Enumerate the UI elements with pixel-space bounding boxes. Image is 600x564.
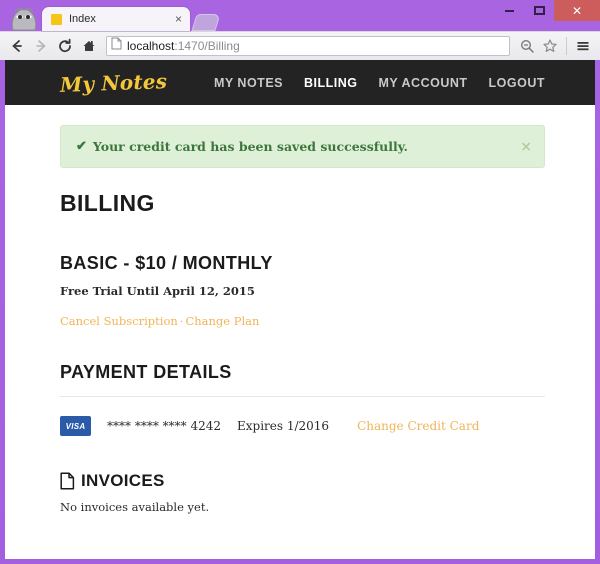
site-nav-links: MY NOTES BILLING MY ACCOUNT LOGOUT [214, 76, 545, 90]
plan-actions: Cancel Subscription · Change Plan [60, 314, 545, 328]
maximize-icon [533, 6, 545, 15]
forward-icon[interactable] [30, 35, 52, 57]
new-tab-button[interactable] [191, 14, 221, 31]
invoices-title: INVOICES [81, 471, 165, 490]
nav-item-billing[interactable]: BILLING [304, 76, 358, 90]
tab-strip: Index × [42, 7, 221, 31]
check-icon: ✔ [76, 139, 87, 154]
success-alert: ✔ Your credit card has been saved succes… [60, 125, 545, 168]
site-brand-logo[interactable]: My Notes [60, 69, 168, 97]
hamburger-menu-icon[interactable] [572, 35, 594, 57]
maximize-button[interactable] [524, 0, 554, 21]
browser-tab[interactable]: Index × [42, 7, 190, 31]
change-plan-link[interactable]: Change Plan [185, 314, 259, 328]
tab-close-icon[interactable]: × [173, 13, 184, 25]
page-title: BILLING [60, 190, 155, 216]
cancel-subscription-link[interactable]: Cancel Subscription [60, 314, 178, 328]
close-window-button[interactable]: ✕ [554, 0, 600, 21]
window-controls: ✕ [494, 0, 600, 21]
back-icon[interactable] [6, 35, 28, 57]
tab-title: Index [69, 13, 96, 25]
browser-window: Index × ✕ localhost:1470/Billing My Note… [0, 0, 600, 564]
minimize-icon [504, 9, 514, 12]
browser-toolbar: localhost:1470/Billing [0, 31, 600, 60]
card-number: **** **** **** 4242 [107, 419, 221, 433]
browser-mascot-icon [7, 6, 41, 31]
invoices-header: INVOICES [60, 471, 545, 491]
toolbar-divider [566, 37, 567, 55]
zoom-magnifier-icon[interactable] [516, 35, 538, 57]
address-bar-url: localhost:1470/Billing [127, 39, 240, 53]
document-icon [60, 472, 75, 490]
card-expiry: Expires 1/2016 [236, 419, 330, 433]
minimize-button[interactable] [494, 0, 524, 21]
nav-item-my-notes[interactable]: MY NOTES [214, 76, 283, 90]
nav-item-my-account[interactable]: MY ACCOUNT [379, 76, 468, 90]
url-host: localhost [127, 39, 175, 53]
home-icon[interactable] [78, 35, 100, 57]
site-navbar: My Notes MY NOTES BILLING MY ACCOUNT LOG… [5, 60, 595, 105]
payment-divider [60, 396, 545, 397]
alert-message: Your credit card has been saved successf… [92, 139, 408, 154]
visa-badge-icon: VISA [60, 416, 91, 436]
page-content: ✔ Your credit card has been saved succes… [5, 105, 595, 514]
plan-title: BASIC - $10 / MONTHLY [60, 253, 273, 273]
alert-close-icon[interactable]: × [520, 140, 532, 154]
bookmark-star-icon[interactable] [539, 35, 561, 57]
invoices-empty-message: No invoices available yet. [60, 500, 210, 514]
address-bar[interactable]: localhost:1470/Billing [106, 36, 510, 56]
plan-trial-text: Free Trial Until April 12, 2015 [60, 284, 255, 298]
page-document-icon [111, 37, 122, 55]
change-credit-card-link[interactable]: Change Credit Card [357, 419, 479, 433]
page-viewport: My Notes MY NOTES BILLING MY ACCOUNT LOG… [5, 60, 595, 559]
url-path: :1470/Billing [174, 39, 240, 53]
nav-item-logout[interactable]: LOGOUT [489, 76, 545, 90]
saved-card-row: VISA **** **** **** 4242 Expires 1/2016 … [60, 416, 545, 436]
tab-favicon-icon [51, 13, 62, 25]
payment-details-title: PAYMENT DETAILS [60, 362, 232, 382]
toolbar-right-actions [516, 35, 594, 57]
reload-icon[interactable] [54, 35, 76, 57]
title-bar: Index × ✕ [0, 0, 600, 31]
